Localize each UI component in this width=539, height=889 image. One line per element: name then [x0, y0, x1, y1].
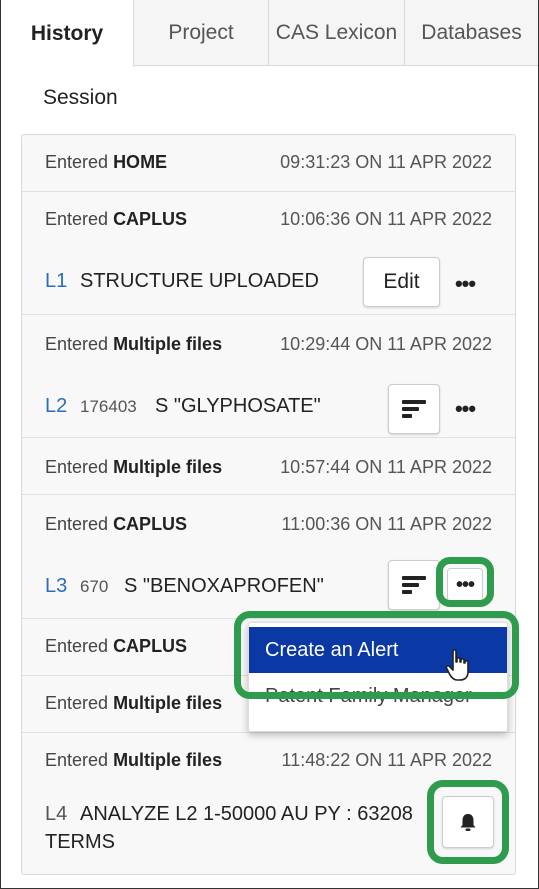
sort-results-button[interactable]	[388, 384, 440, 434]
entry-timestamp: 10:29:44 ON 11 APR 2022	[280, 334, 492, 354]
query-id-link[interactable]: L1	[45, 270, 67, 293]
session-entry: Entered Multiple files 10:29:44 ON 11 AP…	[22, 315, 515, 438]
query-id-link[interactable]: L3	[45, 575, 67, 598]
tab-cas-lexicon[interactable]: CAS Lexicon	[269, 0, 405, 66]
query-text: S "GLYPHOSATE"	[155, 395, 321, 417]
alert-bell-button[interactable]	[442, 796, 494, 848]
entry-label: Entered HOME	[45, 152, 168, 172]
entry-timestamp: 10:06:36 ON 11 APR 2022	[280, 209, 492, 229]
sort-lines-icon	[402, 576, 426, 594]
query-text: STRUCTURE UPLOADED	[80, 270, 319, 292]
query-text: S "BENOXAPROFEN"	[124, 575, 324, 597]
more-options-button[interactable]: •••	[447, 568, 483, 602]
entry-label: Entered Multiple files	[45, 334, 223, 354]
entry-label: Entered Multiple files	[45, 750, 223, 770]
result-count: 670	[80, 577, 109, 596]
query-id-link[interactable]: L2	[45, 395, 67, 418]
query-text: ANALYZE L2 1-50000 AU PY : 63208	[80, 803, 413, 825]
result-count: 176403	[80, 397, 137, 416]
session-entry: Entered HOME 09:31:23 ON 11 APR 2022	[22, 135, 515, 192]
tab-databases[interactable]: Databases	[405, 0, 538, 66]
session-entry: Entered CAPLUS 10:06:36 ON 11 APR 2022 L…	[22, 192, 515, 315]
session-entry: Entered Multiple files 10:57:44 ON 11 AP…	[22, 438, 515, 495]
tab-bar: History Project CAS Lexicon Databases	[1, 0, 538, 67]
entry-timestamp: 11:00:36 ON 11 APR 2022	[281, 514, 492, 534]
entry-timestamp: 09:31:23 ON 11 APR 2022	[280, 152, 492, 172]
session-entry: Entered CAPLUS 11:00:36 ON 11 APR 2022 L…	[22, 495, 515, 619]
query-text-continued: TERMS	[45, 831, 115, 853]
tab-history[interactable]: History	[1, 0, 134, 67]
entry-label: Entered Multiple files	[45, 457, 223, 477]
query-id: L4	[45, 803, 68, 825]
session-entry: Entered Multiple files 11:48:22 ON 11 AP…	[22, 733, 515, 875]
edit-button[interactable]: Edit	[363, 257, 440, 307]
hand-pointer-icon	[445, 649, 469, 681]
entry-label: Entered Multiple files	[45, 693, 223, 713]
more-horizontal-icon: •••	[455, 573, 475, 596]
sort-lines-icon	[402, 400, 426, 418]
more-options-icon[interactable]: •••	[451, 270, 479, 298]
entry-label: Entered CAPLUS	[45, 209, 188, 229]
section-title: Session	[43, 86, 118, 109]
entry-label: Entered CAPLUS	[45, 514, 188, 534]
entry-timestamp: 10:57:44 ON 11 APR 2022	[280, 457, 492, 477]
entry-timestamp: 11:48:22 ON 11 APR 2022	[281, 750, 492, 770]
entry-label: Entered CAPLUS	[45, 636, 188, 656]
sort-results-button[interactable]	[388, 560, 440, 610]
session-list: Entered HOME 09:31:23 ON 11 APR 2022 Ent…	[21, 134, 516, 875]
more-options-icon[interactable]: •••	[451, 395, 479, 423]
tab-project[interactable]: Project	[134, 0, 269, 66]
bell-icon	[460, 814, 476, 831]
